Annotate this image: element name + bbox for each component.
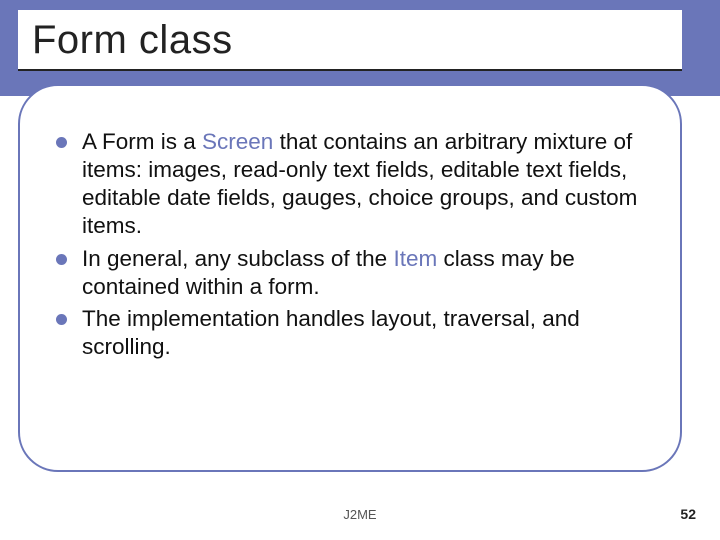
title-box: Form class [18, 10, 682, 71]
list-item: The implementation handles layout, trave… [54, 305, 646, 361]
footer-center-text: J2ME [0, 507, 720, 522]
content-card: A Form is a Screen that contains an arbi… [18, 84, 682, 472]
list-item: In general, any subclass of the Item cla… [54, 245, 646, 301]
slide-title: Form class [32, 18, 670, 63]
slide-number: 52 [680, 506, 696, 522]
bullet-list: A Form is a Screen that contains an arbi… [54, 128, 646, 361]
bullet-text-pre: In general, any subclass of the [82, 246, 393, 271]
list-item: A Form is a Screen that contains an arbi… [54, 128, 646, 241]
bullet-keyword: Screen [202, 129, 273, 154]
bullet-text-pre: The implementation handles layout, trave… [82, 306, 580, 359]
bullet-keyword: Item [393, 246, 437, 271]
bullet-text-pre: A Form is a [82, 129, 202, 154]
